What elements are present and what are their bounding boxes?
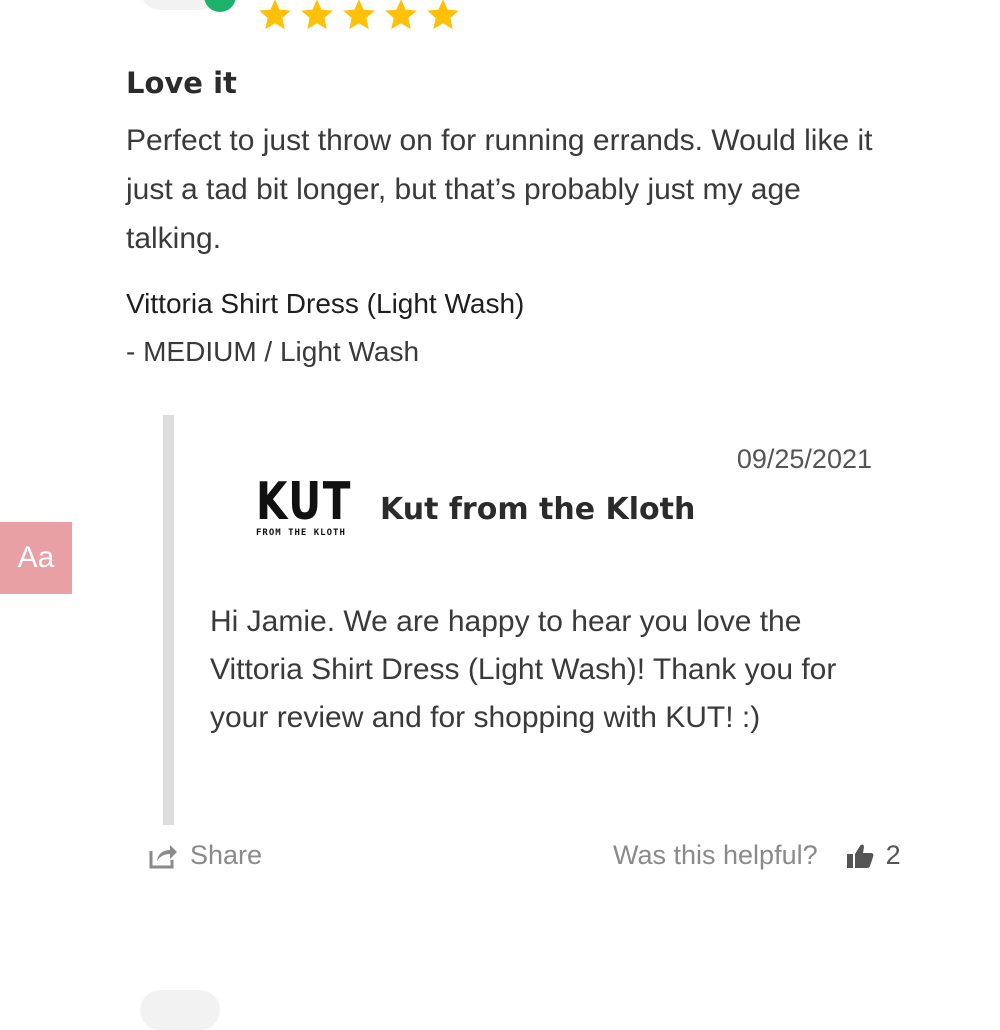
share-label: Share bbox=[190, 840, 263, 870]
star-icon bbox=[301, 0, 333, 30]
product-variant: - MEDIUM / Light Wash bbox=[126, 336, 420, 367]
reply-divider bbox=[163, 415, 174, 825]
reply-body: Hi Jamie. We are happy to hear you love … bbox=[210, 605, 837, 734]
thumbs-up-icon[interactable] bbox=[846, 842, 874, 870]
review-body: Perfect to just throw on for running err… bbox=[126, 124, 873, 255]
brand-name: Kut from the Kloth bbox=[380, 492, 696, 527]
reply-date: 09/25/2021 bbox=[736, 444, 872, 474]
helpful-label: Was this helpful? bbox=[613, 840, 818, 870]
product-name[interactable]: Vittoria Shirt Dress (Light Wash) bbox=[126, 288, 524, 320]
font-size-button[interactable]: Aa bbox=[0, 522, 72, 594]
star-rating bbox=[256, 0, 462, 34]
brand-logo-wordmark: KUT bbox=[256, 472, 353, 532]
helpful-count: 2 bbox=[885, 840, 901, 870]
star-icon bbox=[259, 0, 291, 30]
star-icon bbox=[343, 0, 375, 30]
helpful-votes: Was this helpful? 2 bbox=[613, 840, 901, 871]
star-icon bbox=[427, 0, 459, 30]
brand-logo: KUT FROM THE KLOTH bbox=[256, 474, 354, 546]
review-title: Love it bbox=[126, 66, 237, 100]
share-button[interactable]: Share bbox=[148, 840, 262, 871]
star-icon bbox=[385, 0, 417, 30]
next-reviewer-avatar bbox=[140, 990, 220, 1030]
share-icon bbox=[149, 844, 177, 868]
verified-badge-icon bbox=[204, 0, 236, 12]
